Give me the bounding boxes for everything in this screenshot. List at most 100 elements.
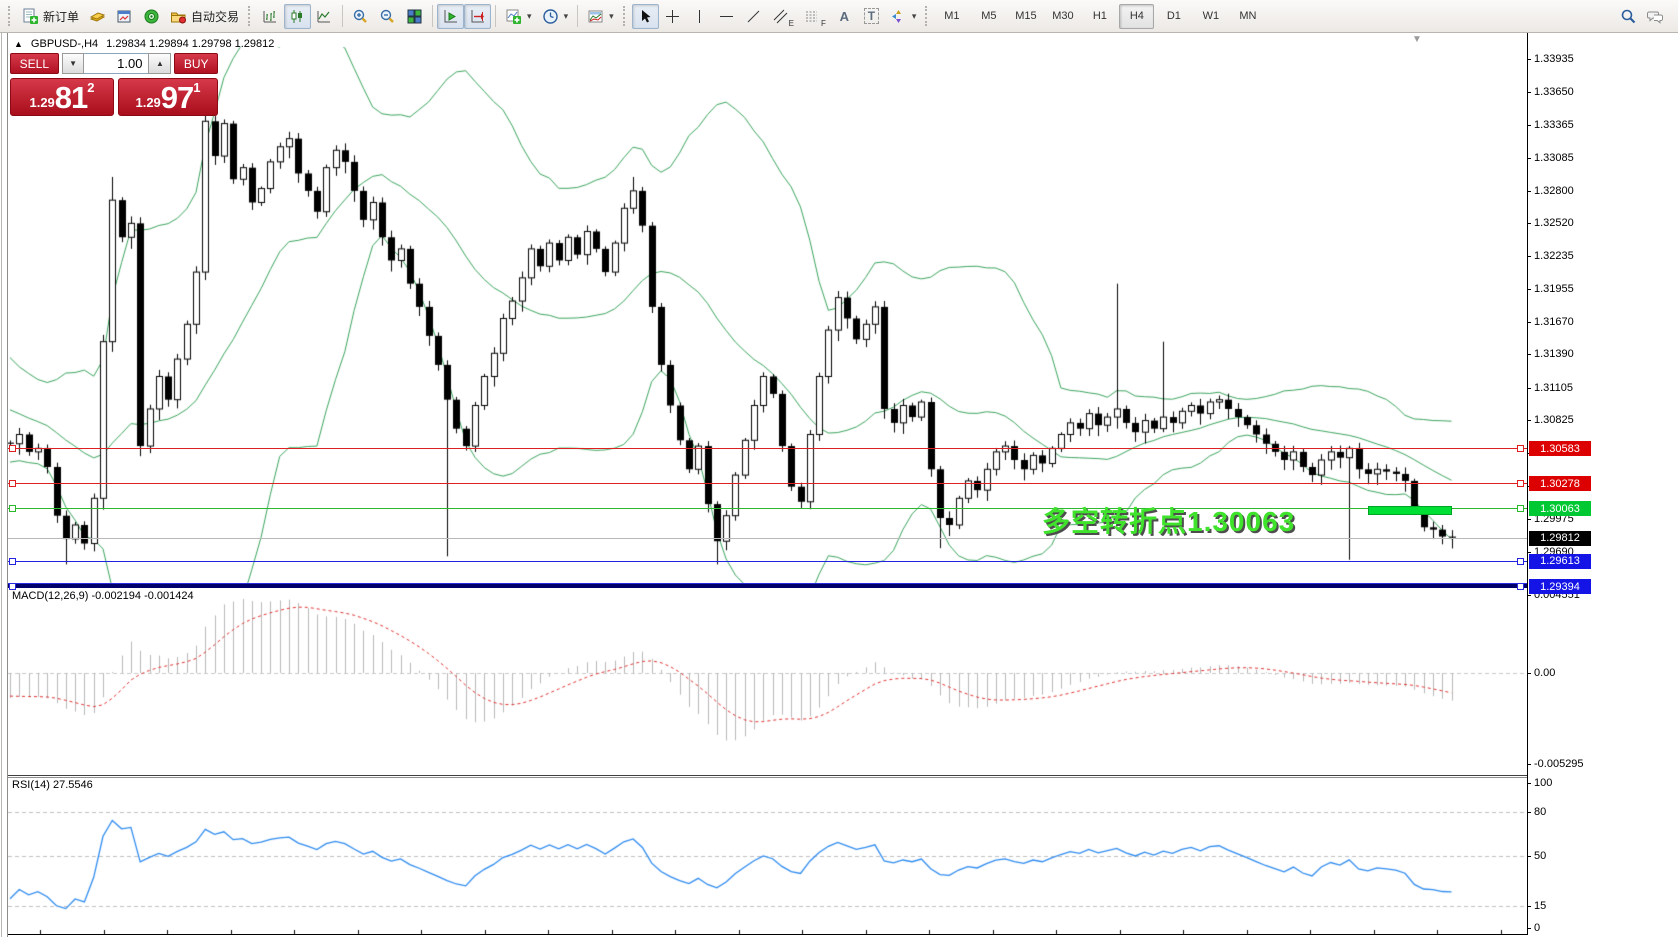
timeframe-button-d1[interactable]: D1	[1156, 4, 1191, 29]
search-icon[interactable]	[1620, 8, 1637, 25]
zoom-in-button[interactable]	[347, 4, 374, 29]
macd-tick-label: 0.00	[1534, 667, 1555, 679]
add-indicator-button[interactable]: ▾	[500, 4, 537, 29]
chart-ohlc-values: 1.29834 1.29894 1.29798 1.29812	[106, 38, 274, 50]
templates-caret[interactable]: ▾	[609, 11, 614, 22]
toolbar-grip[interactable]	[8, 6, 13, 26]
level-line-handle[interactable]	[1517, 445, 1524, 452]
zoom-out-button[interactable]	[374, 4, 401, 29]
horizontal-level-line[interactable]	[8, 561, 1527, 562]
sell-price-display[interactable]: 1.29 81 2	[10, 78, 114, 116]
level-line-handle[interactable]	[9, 505, 16, 512]
template-icon	[587, 8, 604, 25]
level-line-handle[interactable]	[9, 480, 16, 487]
horizontal-level-line[interactable]	[8, 448, 1527, 449]
auto-scroll-button[interactable]	[437, 4, 464, 29]
timeframe-button-h4[interactable]: H4	[1119, 4, 1154, 29]
chart-list-button[interactable]	[84, 4, 111, 29]
level-line-handle[interactable]	[1517, 583, 1524, 590]
line-chart-button[interactable]	[311, 4, 338, 29]
arrows-tool-button[interactable]: ▾	[885, 4, 922, 29]
chart-canvas[interactable]	[8, 36, 1527, 935]
price-tick-label: 1.32800	[1534, 185, 1574, 197]
volume-input[interactable]	[84, 53, 148, 74]
macd-indicator-label: MACD(12,26,9) -0.002194 -0.001424	[12, 590, 194, 602]
chart-shift-button[interactable]	[464, 4, 491, 29]
timeframe-button-w1[interactable]: W1	[1193, 4, 1228, 29]
price-tick-label: 1.31955	[1534, 283, 1574, 295]
crosshair-tool-button[interactable]	[659, 4, 686, 29]
current-price-line[interactable]	[8, 538, 1527, 539]
add-indicator-caret[interactable]: ▾	[527, 11, 532, 22]
volume-increase-button[interactable]: ▲	[148, 53, 171, 74]
rsi-tick-label: 100	[1534, 777, 1552, 789]
price-tick-label: 1.31105	[1534, 382, 1573, 394]
level-line-handle[interactable]	[9, 445, 16, 452]
macd-value-main: -0.002194	[91, 590, 141, 602]
pane-separator[interactable]	[8, 777, 1527, 778]
fibonacci-tool-button[interactable]: F	[799, 4, 831, 29]
buy-price-display[interactable]: 1.29 97 1	[118, 78, 218, 116]
level-price-axis-box[interactable]: 1.30583	[1529, 441, 1591, 456]
timeframe-button-m1[interactable]: M1	[934, 4, 969, 29]
buy-price-big-digits: 97	[161, 82, 193, 113]
rsi-tick-label: 80	[1534, 806, 1546, 818]
price-axis-line	[1527, 33, 1528, 935]
level-price-axis-box[interactable]: 1.30278	[1529, 476, 1591, 491]
buy-price-prefix: 1.29	[135, 93, 160, 113]
trendline-tool-button[interactable]	[740, 4, 767, 29]
level-line-handle[interactable]	[9, 558, 16, 565]
text-tool-button[interactable]: A	[831, 4, 858, 29]
timeframe-button-h1[interactable]: H1	[1082, 4, 1117, 29]
signals-button[interactable]	[138, 4, 165, 29]
pane-separator[interactable]	[8, 775, 1527, 776]
bar-chart-button[interactable]	[257, 4, 284, 29]
chat-icon[interactable]	[1647, 8, 1664, 25]
price-tick-label: 1.33650	[1534, 86, 1574, 98]
sell-price-pip-digit: 2	[87, 80, 94, 95]
level-price-axis-box[interactable]: 1.30063	[1529, 501, 1591, 516]
level-line-handle[interactable]	[1517, 480, 1524, 487]
level-line-handle[interactable]	[1517, 505, 1524, 512]
level-price-axis-box[interactable]: 1.29394	[1529, 579, 1591, 594]
vertical-line-tool-button[interactable]	[686, 4, 713, 29]
toolbar-grip[interactable]	[623, 6, 628, 26]
horizontal-level-line[interactable]	[8, 483, 1527, 484]
market-watch-button[interactable]	[111, 4, 138, 29]
rsi-tick-label: 15	[1534, 900, 1546, 912]
auto-trading-button[interactable]: 自动交易	[165, 4, 244, 29]
cursor-tool-button[interactable]	[632, 4, 659, 29]
periods-caret[interactable]: ▾	[564, 11, 569, 22]
level-line-handle[interactable]	[1517, 558, 1524, 565]
timeframe-button-m30[interactable]: M30	[1045, 4, 1080, 29]
arrows-caret[interactable]: ▾	[912, 11, 917, 22]
buy-button[interactable]: BUY	[174, 53, 218, 74]
candlestick-chart-button[interactable]	[284, 4, 311, 29]
level-price-axis-box[interactable]: 1.29613	[1529, 554, 1591, 569]
new-order-button[interactable]: 新订单	[17, 4, 84, 29]
pane-separator[interactable]	[8, 584, 1527, 588]
new-order-icon	[22, 8, 39, 25]
current-price-axis-box[interactable]: 1.29812	[1529, 531, 1591, 546]
crosshair-icon	[664, 8, 681, 25]
horizontal-line-tool-button[interactable]	[713, 4, 740, 29]
text-label-tool-button[interactable]: T	[858, 4, 885, 29]
auto-scroll-icon	[442, 8, 459, 25]
tile-windows-button[interactable]	[401, 4, 428, 29]
toolbar-grip[interactable]	[925, 6, 930, 26]
periods-button[interactable]: ▾	[537, 4, 574, 29]
level-line-handle[interactable]	[9, 583, 16, 590]
add-indicator-icon	[505, 8, 522, 25]
toolbar-grip[interactable]	[248, 6, 253, 26]
templates-button[interactable]: ▾	[582, 4, 619, 29]
timeframe-button-mn[interactable]: MN	[1230, 4, 1265, 29]
spin-up-icon: ▲	[156, 59, 164, 68]
collapse-panel-icon[interactable]: ▲	[14, 39, 23, 49]
horizontal-level-line[interactable]	[8, 508, 1527, 509]
sell-button[interactable]: SELL	[10, 53, 59, 74]
timeframe-button-m15[interactable]: M15	[1008, 4, 1043, 29]
channel-tool-button[interactable]: E	[767, 4, 799, 29]
volume-decrease-button[interactable]: ▼	[62, 53, 85, 74]
timeframe-button-m5[interactable]: M5	[971, 4, 1006, 29]
rsi-value: 27.5546	[53, 779, 93, 791]
